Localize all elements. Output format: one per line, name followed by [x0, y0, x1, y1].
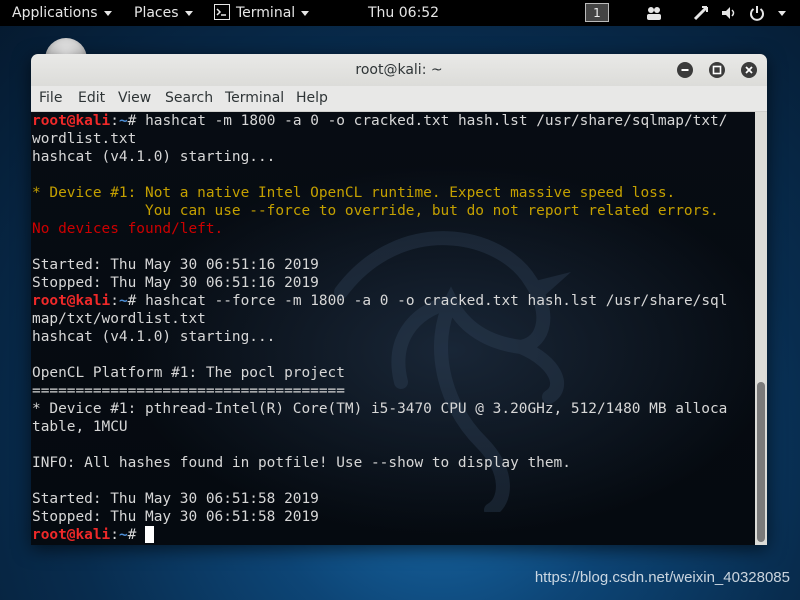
- output-text: Started: Thu May 30 06:51:58 2019: [32, 491, 319, 507]
- window-title: root@kali: ~: [355, 62, 443, 78]
- terminal-line: hashcat (v4.1.0) starting...: [32, 148, 754, 166]
- prompt-symbol: #: [127, 527, 146, 543]
- output-text: OpenCL Platform #1: The pocl project: [32, 365, 345, 381]
- terminal-line: root@kali:~# hashcat -m 1800 -a 0 -o cra…: [32, 112, 754, 130]
- output-text: table, 1MCU: [32, 419, 128, 435]
- terminal-window: root@kali: ~ File Edit View Search Termi…: [31, 54, 767, 545]
- output-text: Stopped: Thu May 30 06:51:58 2019: [32, 509, 319, 525]
- people-icon[interactable]: [646, 5, 662, 21]
- scrollbar-thumb[interactable]: [757, 382, 765, 542]
- maximize-button[interactable]: [709, 62, 725, 78]
- prompt-symbol: #: [127, 293, 146, 309]
- close-button[interactable]: [741, 62, 757, 78]
- output-text: map/txt/wordlist.txt: [32, 311, 206, 327]
- terminal-line: Started: Thu May 30 06:51:16 2019: [32, 256, 754, 274]
- terminal-line: * Device #1: pthread-Intel(R) Core(TM) i…: [32, 400, 754, 418]
- terminal-app-label: Terminal: [236, 5, 296, 21]
- workspace-indicator[interactable]: 1: [585, 3, 609, 22]
- volume-icon[interactable]: [721, 5, 737, 21]
- terminal-line: Stopped: Thu May 30 06:51:16 2019: [32, 274, 754, 292]
- terminal-line: root@kali:~# hashcat --force -m 1800 -a …: [32, 292, 754, 310]
- terminal-text: root@kali:~# hashcat -m 1800 -a 0 -o cra…: [32, 112, 754, 544]
- terminal-line: table, 1MCU: [32, 418, 754, 436]
- prompt-host: kali: [75, 527, 111, 543]
- prompt-host: kali: [75, 113, 111, 129]
- menu-file[interactable]: File: [39, 86, 62, 111]
- menubar: File Edit View Search Terminal Help: [31, 86, 767, 112]
- close-icon: [745, 66, 753, 74]
- applications-label: Applications: [12, 5, 98, 21]
- output-text: Stopped: Thu May 30 06:51:16 2019: [32, 275, 319, 291]
- prompt-user: root: [32, 527, 67, 543]
- terminal-line: hashcat (v4.1.0) starting...: [32, 328, 754, 346]
- menu-terminal[interactable]: Terminal: [225, 86, 284, 111]
- output-text: hashcat (v4.1.0) starting...: [32, 329, 276, 345]
- prompt-user: root: [32, 113, 67, 129]
- terminal-line: OpenCL Platform #1: The pocl project: [32, 364, 754, 382]
- places-menu[interactable]: Places: [134, 0, 193, 26]
- watermark: https://blog.csdn.net/weixin_40328085: [534, 569, 790, 586]
- prompt-path: ~: [118, 293, 128, 309]
- places-label: Places: [134, 5, 179, 21]
- command-text: hashcat -m 1800 -a 0 -o cracked.txt hash…: [145, 113, 728, 129]
- prompt-host: kali: [75, 293, 111, 309]
- terminal-line: Stopped: Thu May 30 06:51:58 2019: [32, 508, 754, 526]
- command-text: hashcat --force -m 1800 -a 0 -o cracked.…: [145, 293, 728, 309]
- output-text: You can use --force to override, but do …: [32, 203, 719, 219]
- prompt-symbol: #: [127, 113, 146, 129]
- clock[interactable]: Thu 06:52: [368, 0, 439, 26]
- terminal-line: Started: Thu May 30 06:51:58 2019: [32, 490, 754, 508]
- menu-view[interactable]: View: [118, 86, 151, 111]
- prompt-separator: :: [110, 293, 119, 309]
- terminal-line: You can use --force to override, but do …: [32, 202, 754, 220]
- prompt-user: root: [32, 293, 67, 309]
- menu-search[interactable]: Search: [165, 86, 213, 111]
- prompt-separator: :: [110, 527, 119, 543]
- terminal-line: No devices found/left.: [32, 220, 754, 238]
- chevron-down-icon: [103, 10, 112, 16]
- output-text: Started: Thu May 30 06:51:16 2019: [32, 257, 319, 273]
- maximize-icon: [712, 65, 722, 75]
- menu-edit[interactable]: Edit: [78, 86, 105, 111]
- terminal-line: * Device #1: Not a native Intel OpenCL r…: [32, 184, 754, 202]
- terminal-line: root@kali:~#: [32, 526, 754, 544]
- minimize-icon: [681, 69, 689, 71]
- titlebar[interactable]: root@kali: ~: [31, 54, 767, 87]
- minimize-button[interactable]: [677, 62, 693, 78]
- top-panel: Applications Places Terminal Thu 06:52 1: [0, 0, 800, 26]
- output-text: ====================================: [32, 383, 345, 399]
- chevron-down-icon[interactable]: [778, 11, 786, 16]
- terminal-output[interactable]: root@kali:~# hashcat -m 1800 -a 0 -o cra…: [31, 112, 755, 545]
- terminal-line: wordlist.txt: [32, 130, 754, 148]
- network-icon[interactable]: [693, 5, 709, 21]
- prompt-path: ~: [118, 527, 128, 543]
- output-text: * Device #1: pthread-Intel(R) Core(TM) i…: [32, 401, 728, 417]
- prompt-separator: :: [110, 113, 119, 129]
- terminal-line: ====================================: [32, 382, 754, 400]
- chevron-down-icon: [184, 10, 193, 16]
- terminal-icon: [214, 4, 230, 20]
- output-text: INFO: All hashes found in potfile! Use -…: [32, 455, 571, 471]
- applications-menu[interactable]: Applications: [12, 0, 112, 26]
- terminal-scrollbar[interactable]: [755, 112, 767, 545]
- text-cursor: [145, 526, 155, 543]
- output-text: No devices found/left.: [32, 221, 224, 237]
- prompt-path: ~: [118, 113, 128, 129]
- menu-help[interactable]: Help: [296, 86, 328, 111]
- output-text: wordlist.txt: [32, 131, 137, 147]
- terminal-app-menu[interactable]: Terminal: [214, 0, 310, 26]
- terminal-line: map/txt/wordlist.txt: [32, 310, 754, 328]
- output-text: * Device #1: Not a native Intel OpenCL r…: [32, 185, 676, 201]
- terminal-line: INFO: All hashes found in potfile! Use -…: [32, 454, 754, 472]
- power-icon[interactable]: [749, 5, 765, 21]
- output-text: hashcat (v4.1.0) starting...: [32, 149, 276, 165]
- chevron-down-icon: [301, 10, 310, 16]
